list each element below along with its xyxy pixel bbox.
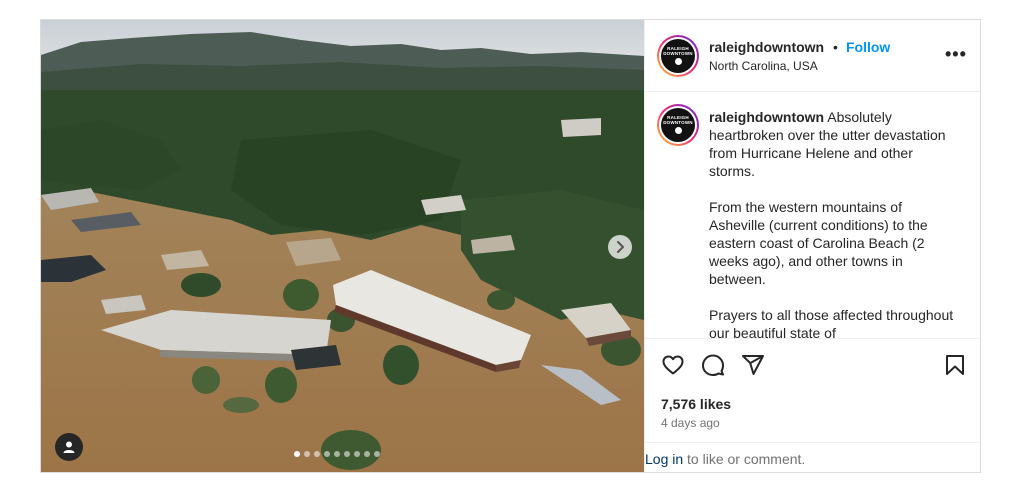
save-bookmark-icon[interactable] xyxy=(943,353,967,377)
header-separator: • xyxy=(833,39,838,55)
carousel-dot xyxy=(334,451,340,457)
flood-aerial-photo xyxy=(41,20,644,472)
carousel-dot xyxy=(304,451,310,457)
caption-text-3: Prayers to all those affected throughout… xyxy=(709,307,954,338)
acorn-icon xyxy=(674,126,682,134)
carousel-next-button[interactable] xyxy=(608,235,632,259)
carousel-dot xyxy=(314,451,320,457)
carousel-dot xyxy=(364,451,370,457)
carousel-dot xyxy=(324,451,330,457)
post-sidebar: RALEIGH DOWNTOWN raleighdowntown • Follo… xyxy=(644,20,980,472)
caption-author-avatar[interactable]: RALEIGH DOWNTOWN xyxy=(657,104,699,146)
acorn-icon xyxy=(674,57,682,65)
author-username[interactable]: raleighdowntown xyxy=(709,39,824,55)
person-icon xyxy=(63,441,75,453)
share-icon[interactable] xyxy=(741,353,765,377)
like-heart-icon[interactable] xyxy=(661,353,685,377)
login-link[interactable]: Log in xyxy=(645,451,683,467)
carousel-indicator xyxy=(294,451,380,457)
post-header: RALEIGH DOWNTOWN raleighdowntown • Follo… xyxy=(645,20,980,92)
carousel-dot xyxy=(374,451,380,457)
post-image-carousel[interactable] xyxy=(41,20,644,472)
carousel-dot xyxy=(344,451,350,457)
post-location[interactable]: North Carolina, USA xyxy=(709,59,818,73)
caption-section: RALEIGH DOWNTOWN raleighdowntown Absolut… xyxy=(645,92,980,338)
tagged-users-button[interactable] xyxy=(55,433,83,461)
instagram-post: RALEIGH DOWNTOWN raleighdowntown • Follo… xyxy=(40,19,981,473)
carousel-dot-active xyxy=(294,451,300,457)
follow-button[interactable]: Follow xyxy=(846,39,890,55)
caption-username[interactable]: raleighdowntown xyxy=(709,109,824,125)
avatar-logo: RALEIGH DOWNTOWN xyxy=(661,39,695,73)
likes-count[interactable]: 7,576 likes xyxy=(661,396,731,412)
chevron-right-icon xyxy=(617,241,624,253)
post-caption: raleighdowntown Absolutely heartbroken o… xyxy=(709,108,959,338)
login-to-comment-bar: Log in to like or comment. xyxy=(645,442,980,472)
author-avatar[interactable]: RALEIGH DOWNTOWN xyxy=(657,35,699,77)
comment-icon[interactable] xyxy=(701,353,725,377)
caption-text-2: From the western mountains of Asheville … xyxy=(709,199,928,287)
post-timestamp[interactable]: 4 days ago xyxy=(661,416,720,430)
login-prompt-text: to like or comment. xyxy=(683,451,806,467)
avatar-logo: RALEIGH DOWNTOWN xyxy=(661,108,695,142)
post-actions: 7,576 likes 4 days ago xyxy=(645,338,980,442)
more-options-button[interactable]: ••• xyxy=(945,44,967,65)
carousel-dot xyxy=(354,451,360,457)
